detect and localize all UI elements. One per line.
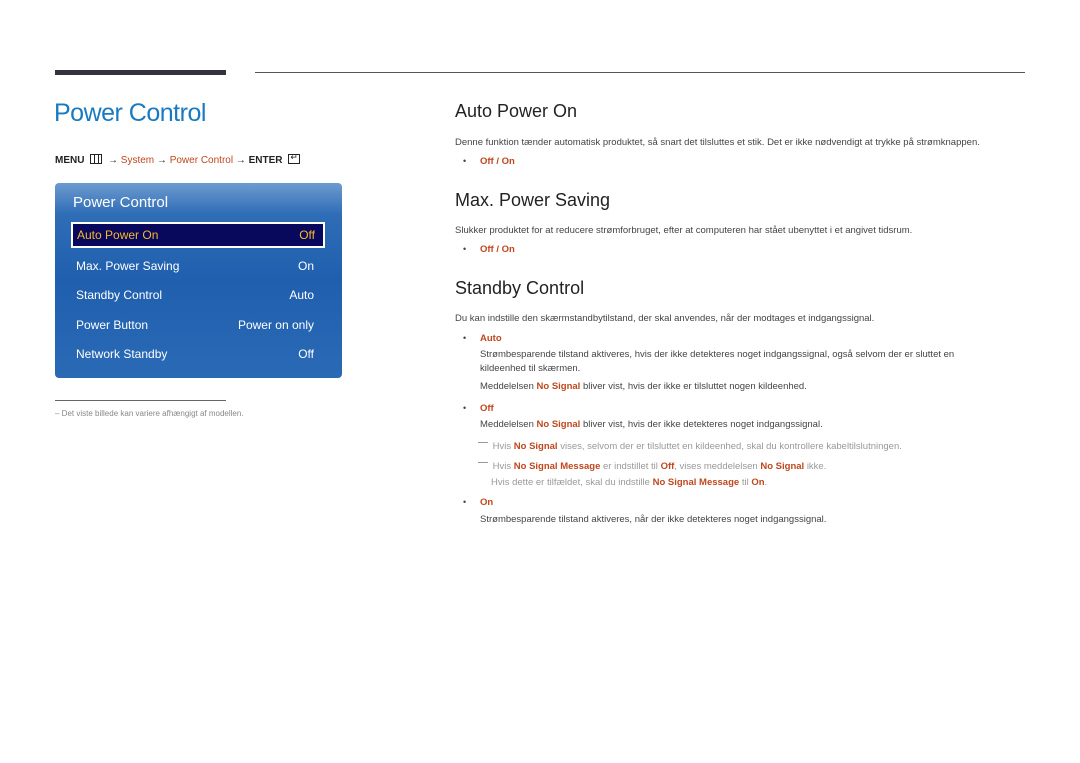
text: er indstillet til bbox=[603, 461, 658, 472]
text: ikke. bbox=[806, 461, 827, 472]
footnote: – Det viste billede kan variere afhængig… bbox=[55, 409, 244, 418]
option-desc: Strømbesparende tilstand aktiveres, hvis… bbox=[480, 349, 955, 360]
option-desc: kildeenhed til skærmen. bbox=[480, 363, 581, 374]
text: Hvis dette er tilfældet, skal du indstil… bbox=[491, 477, 650, 488]
section-title-max-power-saving: Max. Power Saving bbox=[455, 190, 611, 210]
enter-label: ENTER bbox=[248, 155, 283, 166]
osd-item-value: Off bbox=[298, 347, 314, 361]
section-title-standby-control: Standby Control bbox=[455, 278, 585, 298]
text: Hvis bbox=[492, 441, 512, 452]
osd-item-auto-power-on[interactable]: Auto Power On Off bbox=[71, 222, 325, 248]
section-desc: Du kan indstille den skærmstandbytilstan… bbox=[455, 313, 875, 324]
osd-item-value: Auto bbox=[289, 288, 314, 302]
option-on: On bbox=[480, 497, 494, 508]
header-bar-thick bbox=[55, 70, 226, 75]
osd-item-label: Network Standby bbox=[76, 347, 168, 361]
bullet: • bbox=[463, 244, 467, 254]
osd-item-label: Standby Control bbox=[76, 288, 163, 302]
osd-menu: Power Control Auto Power On Off Max. Pow… bbox=[55, 183, 342, 378]
note-dash-icon bbox=[478, 442, 488, 443]
option-values: Off / On bbox=[480, 156, 515, 167]
text: Meddelelsen bbox=[480, 381, 534, 392]
osd-item-label: Max. Power Saving bbox=[76, 259, 180, 273]
arrow-icon: → bbox=[108, 155, 119, 166]
header-rule bbox=[255, 72, 1025, 73]
text: til bbox=[741, 477, 749, 488]
osd-item-value: On bbox=[297, 259, 314, 273]
footnote-text: Det viste billede kan variere afhængigt … bbox=[61, 409, 244, 418]
section-desc: Denne funktion tænder automatisk produkt… bbox=[455, 137, 980, 148]
osd-item-value: Off bbox=[299, 228, 315, 242]
text: Meddelelsen bbox=[480, 419, 534, 430]
text: . bbox=[764, 477, 768, 488]
menu-path: MENU → System → Power Control → ENTER bbox=[55, 152, 303, 166]
bullet: • bbox=[463, 156, 467, 166]
menu-label: MENU bbox=[55, 155, 85, 166]
option-off: Off bbox=[480, 403, 494, 414]
section-desc: Slukker produktet for at reducere strømf… bbox=[455, 225, 913, 236]
menu-icon bbox=[90, 154, 103, 164]
page-title: Power Control bbox=[54, 99, 206, 127]
osd-item-max-power-saving[interactable]: Max. Power Saving On bbox=[71, 254, 323, 278]
footnote-rule bbox=[55, 400, 226, 401]
osd-item-label: Power Button bbox=[76, 318, 149, 332]
text: bliver vist, hvis der ikke er tilsluttet… bbox=[582, 381, 807, 392]
osd-item-network-standby[interactable]: Network Standby Off bbox=[71, 342, 323, 366]
menu-path-power-control: Power Control bbox=[169, 155, 234, 166]
text: Hvis bbox=[492, 461, 512, 472]
osd-item-standby-control[interactable]: Standby Control Auto bbox=[71, 283, 323, 307]
osd-item-label: Auto Power On bbox=[77, 228, 159, 242]
option-values: Off / On bbox=[480, 244, 515, 255]
note: Hvis dette er tilfældet, skal du indstil… bbox=[491, 477, 767, 488]
option-desc: Meddelelsen No Signal bliver vist, hvis … bbox=[480, 381, 807, 392]
menu-path-system: System bbox=[120, 155, 155, 166]
section-title-auto-power-on: Auto Power On bbox=[455, 101, 578, 121]
osd-title: Power Control bbox=[73, 194, 169, 211]
keyword: No Signal bbox=[536, 381, 581, 392]
keyword: No Signal bbox=[760, 461, 805, 472]
note: Hvis No Signal Message er indstillet til… bbox=[478, 461, 826, 472]
keyword: On bbox=[751, 477, 765, 488]
keyword: Off bbox=[660, 461, 675, 472]
option-auto: Auto bbox=[480, 333, 502, 344]
option-desc: Meddelelsen No Signal bliver vist, hvis … bbox=[480, 419, 823, 430]
keyword: No Signal Message bbox=[652, 477, 740, 488]
bullet: • bbox=[463, 333, 467, 343]
bullet: • bbox=[463, 403, 467, 413]
note-dash-icon bbox=[478, 462, 488, 463]
note: Hvis No Signal vises, selvom der er tils… bbox=[478, 441, 902, 452]
bullet: • bbox=[463, 497, 467, 507]
osd-item-power-button[interactable]: Power Button Power on only bbox=[71, 313, 323, 337]
keyword: No Signal bbox=[513, 441, 558, 452]
option-desc: Strømbesparende tilstand aktiveres, når … bbox=[480, 514, 827, 525]
arrow-icon: → bbox=[235, 155, 246, 166]
text: vises, selvom der er tilsluttet en kilde… bbox=[560, 441, 902, 452]
text: , vises meddelelsen bbox=[674, 461, 758, 472]
keyword: No Signal bbox=[536, 419, 581, 430]
arrow-icon: → bbox=[156, 155, 167, 166]
text: bliver vist, hvis der ikke detekteres no… bbox=[582, 419, 823, 430]
keyword: No Signal Message bbox=[513, 461, 601, 472]
osd-item-value: Power on only bbox=[237, 318, 314, 332]
enter-icon bbox=[288, 152, 301, 164]
